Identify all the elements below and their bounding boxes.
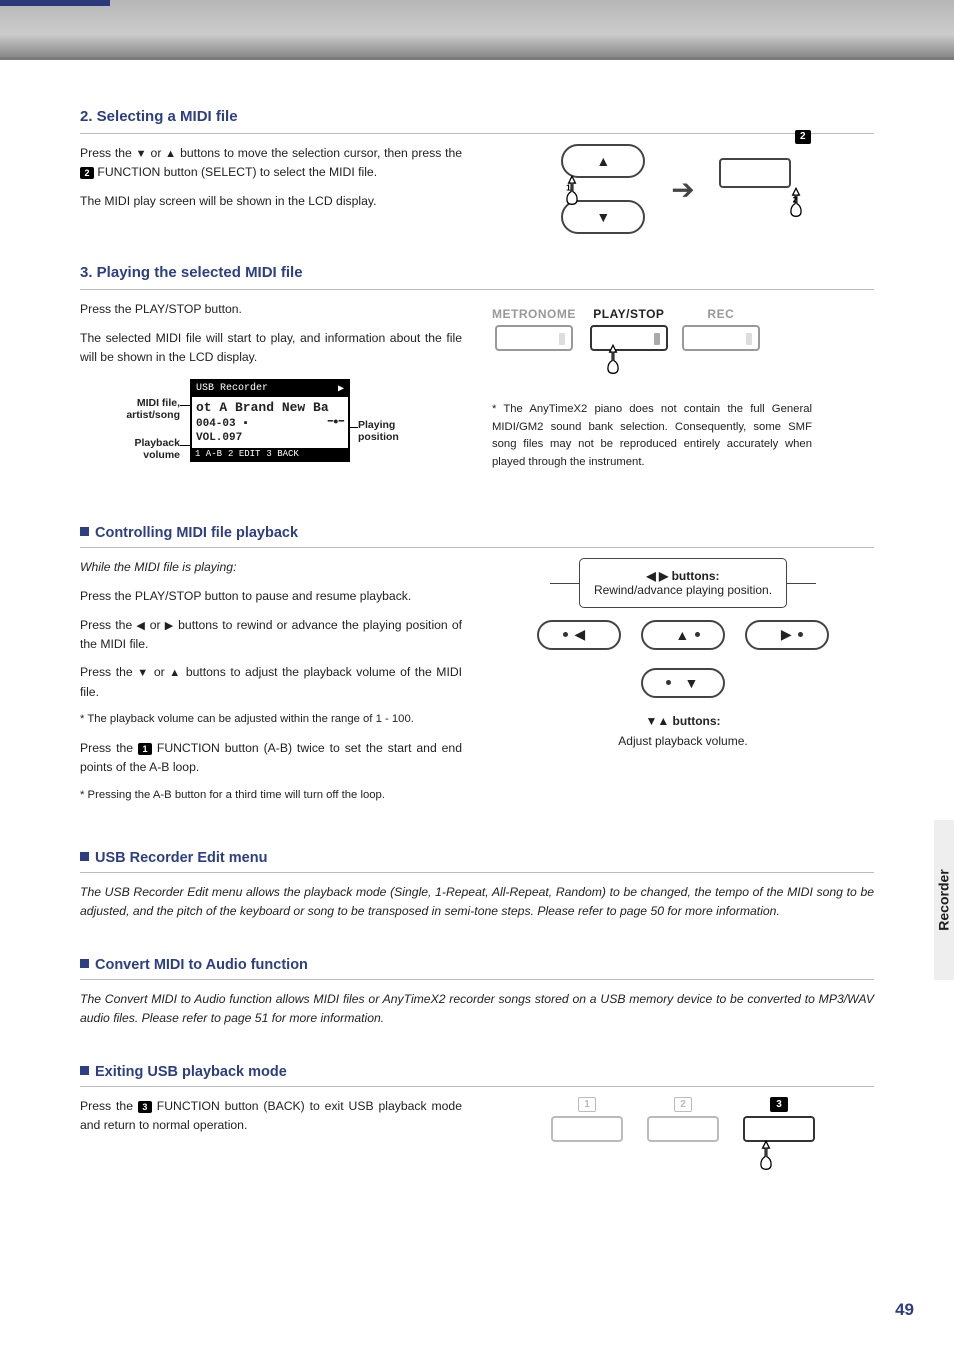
sec2-p1: Press the ▼ or ▲ buttons to move the sel… [80,144,462,182]
dpad-diagram: ◀ ▶ buttons: Rewind/advance playing posi… [537,558,829,748]
ctrl-p1: Press the PLAY/STOP button to pause and … [80,587,462,606]
lr-buttons-title: ◀ ▶ buttons: [594,569,772,583]
lcd-line2: 004-03 ▪ [196,417,249,431]
lcd-title: USB Recorder [196,383,268,395]
side-tab-label: Recorder [936,869,952,930]
lcd-foot-2: 2 EDIT [228,449,260,459]
divider [80,133,874,134]
playstop-label: PLAY/STOP [593,307,664,321]
section-3-title: 3. Playing the selected MIDI file [80,264,874,281]
divider [80,979,874,980]
edit-p: The USB Recorder Edit menu allows the pl… [80,883,874,921]
function-3-label: 3 [770,1097,788,1112]
up-down-button-pair: ▲ ▼ 1 [561,144,651,234]
function-3-badge: 3 [138,1101,152,1113]
page-number: 49 [895,1300,914,1320]
ctrl-p4: Press the 1 FUNCTION button (A-B) twice … [80,739,462,777]
lcd-foot-3: 3 BACK [266,449,298,459]
sec3-p1: Press the PLAY/STOP button. [80,300,462,319]
sequence-arrow-icon: ➔ [671,173,694,206]
rec-label: REC [707,307,734,321]
function-1-badge: 1 [138,743,152,755]
function-2-label: 2 [795,130,811,144]
lcd-screen: USB Recorder ▶ ot A Brand New Ba 004-03 ▪… [190,379,350,462]
svg-text:2: 2 [792,195,797,205]
down-arrow-icon: ▼ [137,667,149,679]
function-1-button[interactable] [551,1116,623,1142]
divider [80,289,874,290]
play-icon: ▶ [338,383,344,395]
rec-button[interactable] [682,325,760,351]
divider [80,872,874,873]
left-arrow-icon: ◀ [136,620,145,632]
hand-pointer-icon [596,341,630,375]
ctrl-p2: Press the ◀ or ▶ buttons to rewind or ad… [80,616,462,654]
divider [80,1086,874,1087]
ctrl-intro: While the MIDI file is playing: [80,558,462,577]
sec3-p2: The selected MIDI file will start to pla… [80,329,462,367]
hand-pointer-icon [749,1137,783,1171]
lcd-label-midi: MIDI file, artist/song [80,397,180,421]
convert-heading: Convert MIDI to Audio function [80,957,874,973]
function-2-badge: 2 [80,167,94,179]
ud-buttons-sub: Adjust playback volume. [618,734,747,748]
divider [80,547,874,548]
function-2-button[interactable] [647,1116,719,1142]
sec3-footnote: * The AnyTimeX2 piano does not contain t… [492,401,812,471]
controlling-heading: Controlling MIDI file playback [80,525,874,541]
lcd-line1: ot A Brand New Ba [196,400,344,417]
exit-p: Press the 3 FUNCTION button (BACK) to ex… [80,1097,462,1135]
ctrl-note1: * The playback volume can be adjusted wi… [80,711,462,729]
side-tab: Recorder [934,820,954,980]
left-button[interactable]: ◀ [537,620,621,650]
down-button[interactable]: ▼ [641,668,725,698]
down-arrow-icon: ▼ [136,148,147,160]
page-header-bar [0,0,954,60]
up-button[interactable]: ▲ [641,620,725,650]
function-buttons-diagram: 1 2 3 [551,1097,815,1142]
lcd-label-position: Playing position [358,419,418,443]
sec2-p2: The MIDI play screen will be shown in th… [80,192,462,211]
hand-pointer-icon: 2 [779,184,813,218]
lr-buttons-sub: Rewind/advance playing position. [594,583,772,597]
lcd-label-volume: Playback volume [80,437,180,461]
function-button-group: 2 2 [715,144,805,234]
ctrl-p3: Press the ▼ or ▲ buttons to adjust the p… [80,663,462,701]
svg-text:1: 1 [566,183,571,193]
lcd-line3: VOL.097 [196,431,344,445]
up-arrow-icon: ▲ [169,667,181,679]
function-2-label: 2 [674,1097,692,1112]
metronome-label: METRONOME [492,307,576,321]
play-stop-panel: METRONOME PLAY/STOP REC [492,307,760,351]
lcd-foot-1: 1 A-B [195,449,222,459]
lcd-diagram: MIDI file, artist/song Playback volume P… [80,379,380,489]
hand-pointer-icon: 1 [555,172,589,206]
right-button[interactable]: ▶ [745,620,829,650]
section-2-title: 2. Selecting a MIDI file [80,108,874,125]
sec2-diagram: ▲ ▼ 1 ➔ 2 2 [561,144,804,234]
function-1-label: 1 [578,1097,596,1112]
exit-heading: Exiting USB playback mode [80,1064,874,1080]
ctrl-note2: * Pressing the A-B button for a third ti… [80,787,462,805]
metronome-button[interactable] [495,325,573,351]
right-arrow-icon: ▶ [165,620,174,632]
edit-heading: USB Recorder Edit menu [80,850,874,866]
convert-p: The Convert MIDI to Audio function allow… [80,990,874,1028]
progress-bar-icon: ━●━ [328,417,344,431]
up-arrow-icon: ▲ [165,148,176,160]
ud-buttons-title: ▼▲ buttons: [645,714,720,728]
